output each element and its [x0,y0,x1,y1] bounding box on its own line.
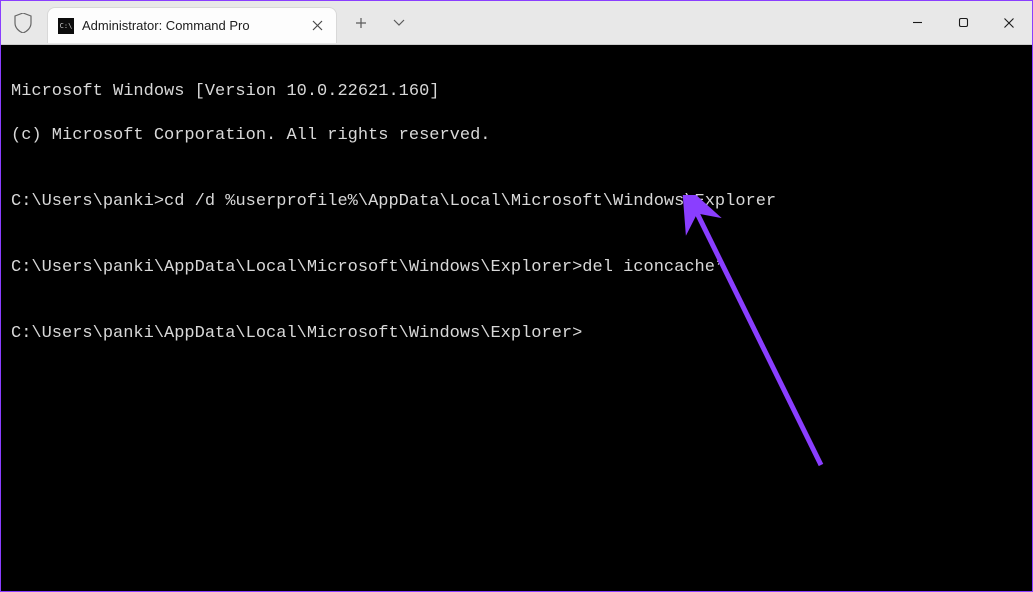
titlebar-drag-area[interactable] [417,1,894,44]
minimize-button[interactable] [894,1,940,44]
new-tab-button[interactable] [343,6,379,40]
prompt: C:\Users\panki\AppData\Local\Microsoft\W… [11,324,582,343]
output-line: C:\Users\panki>cd /d %userprofile%\AppDa… [11,191,1022,213]
title-actions [343,1,417,44]
prompt: C:\Users\panki\AppData\Local\Microsoft\W… [11,258,582,277]
command: cd /d %userprofile%\AppData\Local\Micros… [164,192,776,211]
tab-command-prompt[interactable]: C:\ Administrator: Command Pro [47,7,337,43]
close-window-button[interactable] [986,1,1032,44]
tab-title: Administrator: Command Pro [82,18,300,33]
uac-shield-icon [1,1,45,44]
command: del iconcache* [582,258,725,277]
output-line: (c) Microsoft Corporation. All rights re… [11,125,1022,147]
prompt: C:\Users\panki> [11,192,164,211]
close-tab-button[interactable] [308,17,326,35]
titlebar: C:\ Administrator: Command Pro [1,1,1032,45]
maximize-button[interactable] [940,1,986,44]
tab-dropdown-button[interactable] [381,6,417,40]
output-line: C:\Users\panki\AppData\Local\Microsoft\W… [11,257,1022,279]
output-line: C:\Users\panki\AppData\Local\Microsoft\W… [11,323,1022,345]
terminal-output[interactable]: Microsoft Windows [Version 10.0.22621.16… [1,45,1032,591]
window-controls [894,1,1032,44]
output-line: Microsoft Windows [Version 10.0.22621.16… [11,81,1022,103]
cmd-icon: C:\ [58,18,74,34]
